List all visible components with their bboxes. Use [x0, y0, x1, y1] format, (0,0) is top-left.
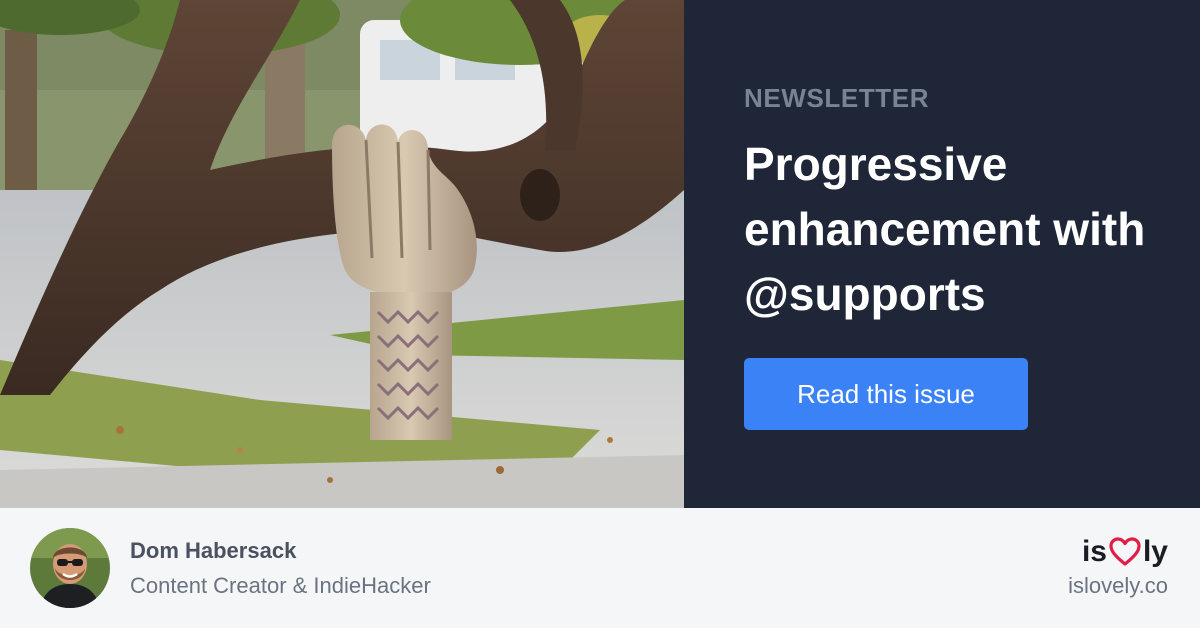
logo-prefix: is: [1081, 535, 1107, 568]
page-title: Progressive enhancement with @supports: [744, 138, 1146, 320]
author-avatar-icon: [30, 528, 110, 608]
logo-suffix: ly: [1142, 535, 1168, 568]
eyebrow-label: NEWSLETTER: [744, 83, 930, 113]
brand-logo[interactable]: is ly: [1082, 532, 1168, 572]
avatar: [30, 528, 110, 608]
og-card: NEWSLETTER Progressive enhancement with …: [0, 0, 1200, 628]
footer-bar: Dom Habersack Content Creator & IndieHac…: [0, 508, 1200, 628]
hero-photo: [0, 0, 684, 508]
heart-icon: [1108, 537, 1142, 567]
site-url-link[interactable]: islovely.co: [1068, 573, 1168, 599]
author-role: Content Creator & IndieHacker: [130, 573, 431, 598]
tree-hand-sculpture-illustration: [0, 0, 684, 508]
author-name: Dom Habersack: [130, 538, 297, 563]
read-issue-button[interactable]: Read this issue: [744, 358, 1028, 430]
content-panel: NEWSLETTER Progressive enhancement with …: [684, 0, 1200, 508]
